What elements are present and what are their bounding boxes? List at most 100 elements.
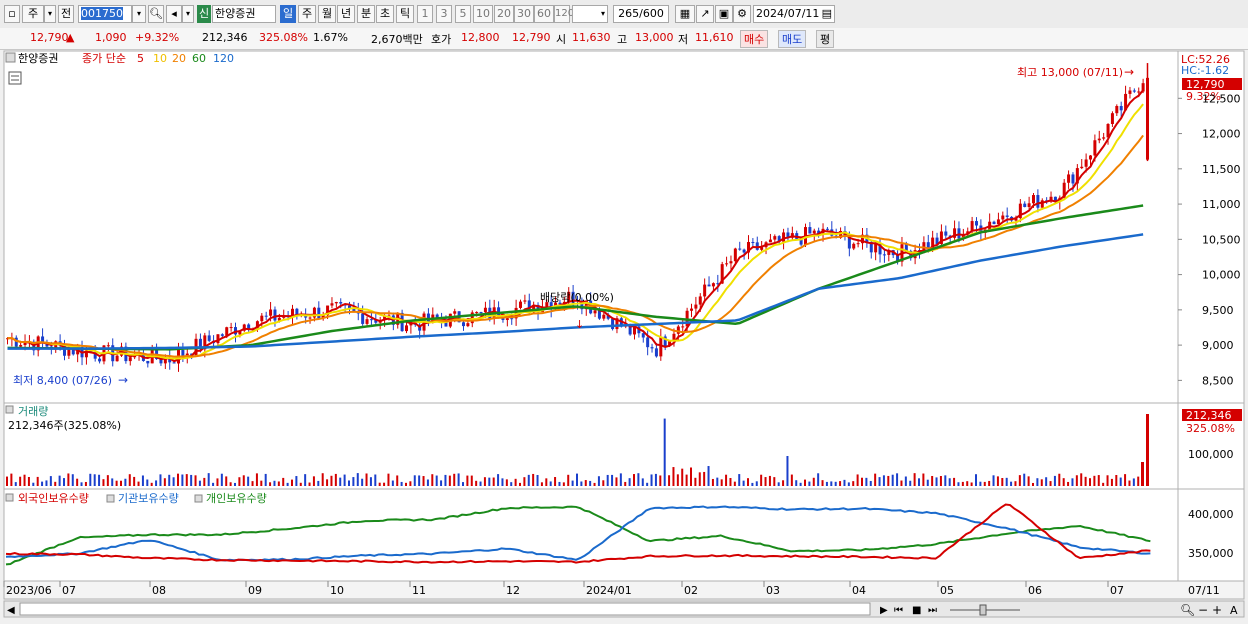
candle-body bbox=[1023, 203, 1027, 207]
scroll-right-icon[interactable]: ▶ bbox=[880, 605, 888, 616]
candle-body bbox=[264, 315, 268, 317]
chevron-down-icon[interactable]: ▾ bbox=[182, 5, 194, 23]
period-tick[interactable]: 틱 bbox=[396, 5, 414, 23]
candle-body bbox=[812, 230, 816, 234]
volume-bar bbox=[1084, 476, 1087, 486]
interval-120[interactable]: 120 bbox=[554, 5, 574, 23]
zoom-out-icon[interactable]: 🔍︎ bbox=[1180, 603, 1195, 617]
volume-bar bbox=[773, 477, 776, 486]
volume-bar bbox=[1110, 478, 1113, 486]
stock-code-input[interactable]: 001750 bbox=[78, 5, 132, 23]
period-day[interactable]: 일 bbox=[280, 5, 296, 23]
volume-bar bbox=[909, 480, 912, 486]
volume-bar bbox=[440, 480, 443, 486]
zoom-slider-handle[interactable] bbox=[979, 604, 987, 616]
period-year[interactable]: 년 bbox=[337, 5, 355, 23]
volume-bar bbox=[1027, 476, 1030, 486]
stock-name[interactable]: 한양증권 bbox=[212, 5, 276, 23]
candle-body bbox=[1084, 159, 1088, 167]
save-icon[interactable]: ▣ bbox=[715, 5, 733, 23]
panel-menu-icon[interactable] bbox=[5, 493, 14, 502]
interval-30[interactable]: 30 bbox=[514, 5, 534, 23]
candle-body bbox=[975, 221, 978, 226]
panel-menu-icon[interactable] bbox=[106, 494, 115, 503]
volume-bar bbox=[409, 481, 412, 486]
change-pct: +9.32% bbox=[135, 31, 180, 44]
volume-bar bbox=[812, 477, 815, 486]
interval-3[interactable]: 3 bbox=[436, 5, 452, 23]
scroll-thumb[interactable] bbox=[19, 602, 871, 616]
volume-bar bbox=[663, 418, 666, 486]
minus-icon[interactable]: − bbox=[1198, 603, 1208, 617]
interval-5[interactable]: 5 bbox=[455, 5, 471, 23]
volume-bar bbox=[764, 477, 767, 486]
chevron-down-icon[interactable]: ▾ bbox=[44, 5, 56, 23]
candle-body bbox=[453, 311, 457, 314]
volume-bar bbox=[1071, 478, 1074, 486]
custom-interval-select[interactable]: ▾ bbox=[572, 5, 608, 23]
volume-bar bbox=[120, 480, 122, 486]
volume-bar bbox=[1023, 473, 1026, 486]
volume-bar bbox=[633, 474, 635, 486]
calculator-icon[interactable] bbox=[8, 71, 22, 85]
period-minute[interactable]: 분 bbox=[357, 5, 375, 23]
candle-body bbox=[725, 263, 729, 265]
chart-area[interactable]: 한양증권 종가 단순 5 10 20 60 120 최고 13,000 (07/… bbox=[0, 50, 1248, 621]
font-size-icon[interactable]: A bbox=[1230, 604, 1238, 617]
interval-10[interactable]: 10 bbox=[473, 5, 493, 23]
gear-icon[interactable]: ⚙ bbox=[733, 5, 751, 23]
volume-bar bbox=[133, 476, 136, 486]
panel-menu-icon[interactable] bbox=[194, 494, 203, 503]
volume-bar bbox=[918, 478, 920, 486]
period-week[interactable]: 주 bbox=[298, 5, 316, 23]
market-select[interactable]: 주 bbox=[22, 5, 44, 23]
chevron-down-icon[interactable]: ▾ bbox=[132, 5, 146, 23]
volume-bar bbox=[606, 474, 609, 486]
panel-menu-icon[interactable] bbox=[5, 405, 14, 414]
volume-bar bbox=[637, 473, 640, 486]
volume-bar bbox=[549, 481, 552, 486]
candle-body bbox=[475, 312, 479, 314]
speaker-icon[interactable]: ◂ bbox=[166, 5, 182, 23]
candle-body bbox=[260, 315, 264, 322]
volume-bar bbox=[716, 477, 719, 486]
volume-bar bbox=[545, 478, 548, 486]
volume-bar bbox=[356, 473, 359, 486]
volume-bar bbox=[926, 479, 929, 486]
draw-icon[interactable]: ↗ bbox=[696, 5, 714, 23]
count-value: 265 bbox=[618, 7, 640, 20]
count-field[interactable]: 265/600 bbox=[613, 5, 669, 23]
candle-body bbox=[650, 347, 654, 349]
volume-bar bbox=[1132, 478, 1135, 486]
interval-60[interactable]: 60 bbox=[534, 5, 554, 23]
plus-icon[interactable]: + bbox=[1212, 603, 1222, 617]
eval-button[interactable]: 평 bbox=[816, 30, 835, 48]
window-icon[interactable]: ▫ bbox=[4, 5, 20, 23]
panel-menu-icon[interactable] bbox=[5, 52, 16, 63]
sell-button[interactable]: 매도 bbox=[778, 30, 807, 48]
date-field[interactable]: 2024/07/11 ▤ bbox=[753, 5, 835, 23]
volume-bar bbox=[782, 480, 785, 486]
stop-icon[interactable]: ■ bbox=[912, 605, 921, 616]
low-label: 저 bbox=[678, 33, 689, 46]
period-month[interactable]: 월 bbox=[318, 5, 336, 23]
search-icon[interactable]: 🔍︎ bbox=[148, 5, 164, 23]
candle-body bbox=[992, 221, 996, 225]
period-second[interactable]: 초 bbox=[376, 5, 394, 23]
scroll-left-icon[interactable]: ◀ bbox=[7, 605, 15, 616]
volume-bar bbox=[457, 473, 460, 486]
candle-body bbox=[128, 357, 132, 362]
volume-bar bbox=[1036, 478, 1039, 486]
x-tick-label: 10 bbox=[330, 584, 344, 597]
volume-bar bbox=[501, 478, 504, 486]
chart-tools-icon[interactable]: ▦ bbox=[675, 5, 695, 23]
buy-button[interactable]: 매수 bbox=[740, 30, 769, 48]
rewind-icon[interactable]: ⏮ bbox=[894, 605, 903, 616]
forward-icon[interactable]: ⏭ bbox=[928, 605, 937, 616]
volume-bar bbox=[558, 481, 561, 486]
prev-button[interactable]: 전 bbox=[58, 5, 74, 23]
interval-1[interactable]: 1 bbox=[417, 5, 433, 23]
interval-20[interactable]: 20 bbox=[494, 5, 514, 23]
candle-body bbox=[1071, 174, 1075, 184]
volume-bar bbox=[413, 475, 416, 486]
